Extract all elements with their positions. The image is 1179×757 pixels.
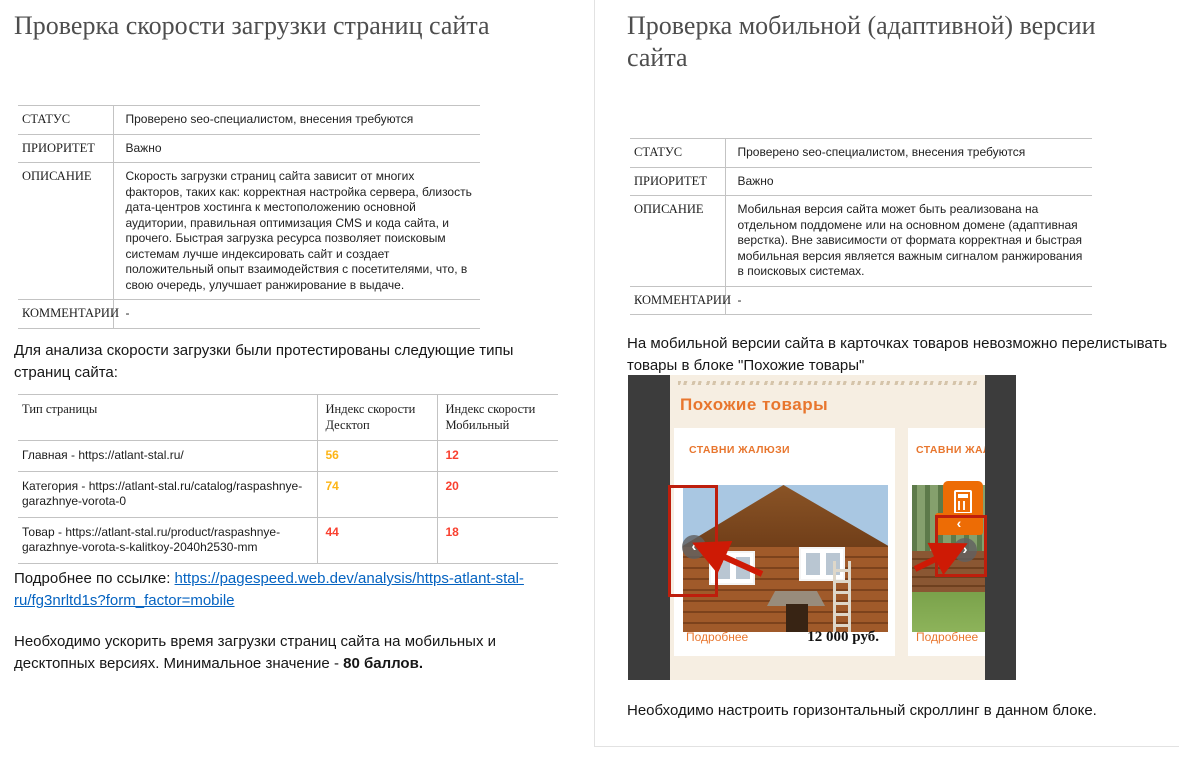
house-door	[786, 604, 808, 632]
info-table-speed: СТАТУС Проверено seo-специалистом, внесе…	[18, 105, 480, 329]
cabin-grass	[912, 592, 985, 632]
table-row-status: СТАТУС Проверено seo-специалистом, внесе…	[18, 105, 480, 135]
info-table-mobile: СТАТУС Проверено seo-специалистом, внесе…	[630, 138, 1092, 315]
row-value: Проверено seo-специалистом, внесения тре…	[725, 138, 1092, 168]
row-value: Мобильная версия сайта может быть реализ…	[725, 195, 1092, 287]
row-label: ПРИОРИТЕТ	[630, 167, 726, 196]
product-title: СТАВНИ ЖАЛ	[916, 444, 985, 456]
table-row-description: ОПИСАНИЕ Мобильная версия сайта может бы…	[630, 195, 1092, 287]
speed-row-product: Товар - https://atlant-stal.ru/product/r…	[18, 517, 558, 564]
row-value: Скорость загрузки страниц сайта зависит …	[113, 162, 480, 300]
decorative-dashed-border	[678, 381, 977, 385]
house-ladder	[833, 561, 851, 632]
page-type-cell: Товар - https://atlant-stal.ru/product/r…	[18, 517, 317, 564]
conclusion-paragraph: Необходимо настроить горизонтальный скро…	[627, 702, 1097, 719]
mobile-score: 20	[436, 471, 558, 518]
row-label: КОММЕНТАРИИ	[18, 299, 119, 329]
table-row-priority: ПРИОРИТЕТ Важно	[18, 134, 480, 163]
page-divider	[594, 0, 595, 747]
speed-table: Тип страницы Индекс скорости Десктоп Инд…	[18, 394, 558, 564]
page-type-cell: Категория - https://atlant-stal.ru/catal…	[18, 471, 317, 518]
row-label: СТАТУС	[630, 138, 726, 168]
conclusion-paragraph: Необходимо ускорить время загрузки стран…	[14, 631, 539, 675]
table-row-status: СТАТУС Проверено seo-специалистом, внесе…	[630, 138, 1092, 168]
mobile-score: 12	[436, 440, 558, 472]
col-header-desktop: Индекс скорости Десктоп	[316, 394, 437, 441]
page-type-cell: Главная - https://atlant-stal.ru/	[18, 440, 317, 472]
table-row-comments: КОММЕНТАРИИ -	[630, 286, 1092, 315]
intro-paragraph: Для анализа скорости загрузки были проте…	[14, 342, 514, 381]
similar-products-heading: Похожие товары	[680, 395, 829, 414]
calculator-glyph	[954, 490, 972, 514]
conclusion-text: Необходимо ускорить время загрузки стран…	[14, 633, 496, 672]
row-label: ОПИСАНИЕ	[630, 195, 726, 287]
page-title-mobile: Проверка мобильной (адаптивной) версии с…	[627, 11, 1096, 72]
col-header-mobile: Индекс скорости Мобильный	[436, 394, 558, 441]
row-value: Важно	[725, 167, 1092, 196]
desktop-score: 44	[316, 517, 437, 564]
row-value: -	[725, 286, 1092, 315]
section-mobile-version: Проверка мобильной (адаптивной) версии с…	[627, 0, 1172, 757]
link-paragraph: Подробнее по ссылке: https://pagespeed.w…	[14, 568, 539, 612]
annotation-rect	[935, 515, 987, 577]
speed-row-category: Категория - https://atlant-stal.ru/catal…	[18, 471, 558, 518]
desktop-score: 74	[316, 471, 437, 518]
speed-table-header: Тип страницы Индекс скорости Десктоп Инд…	[18, 394, 558, 441]
row-label: ПРИОРИТЕТ	[18, 134, 114, 163]
table-row-description: ОПИСАНИЕ Скорость загрузки страниц сайта…	[18, 162, 480, 300]
row-value: Важно	[113, 134, 480, 163]
mobile-screenshot: Похожие товары СТАВНИ ЖАЛЮЗИ Подробнее 1…	[628, 375, 1016, 680]
more-link: Подробнее	[916, 630, 979, 644]
annotation-rect	[668, 485, 718, 597]
more-link: Подробнее	[686, 630, 749, 644]
mobile-score: 18	[436, 517, 558, 564]
page-title-speed: Проверка скорости загрузки страниц сайта	[14, 11, 490, 40]
col-header-page-type: Тип страницы	[18, 394, 317, 441]
conclusion-bold: 80 баллов.	[343, 655, 423, 672]
table-row-priority: ПРИОРИТЕТ Важно	[630, 167, 1092, 196]
speed-row-home: Главная - https://atlant-stal.ru/ 56 12	[18, 440, 558, 472]
link-prefix: Подробнее по ссылке:	[14, 570, 175, 587]
product-title: СТАВНИ ЖАЛЮЗИ	[689, 444, 791, 456]
desktop-score: 56	[316, 440, 437, 472]
section-page-speed: Проверка скорости загрузки страниц сайта…	[14, 0, 574, 757]
row-label: СТАТУС	[18, 105, 114, 135]
issue-paragraph: На мобильной версии сайта в карточках то…	[627, 335, 1168, 374]
row-label: КОММЕНТАРИИ	[630, 286, 731, 315]
row-value: -	[113, 299, 480, 329]
price-label: 12 000 руб.	[807, 629, 879, 645]
table-row-comments: КОММЕНТАРИИ -	[18, 299, 480, 329]
row-label: ОПИСАНИЕ	[18, 162, 114, 300]
row-value: Проверено seo-специалистом, внесения тре…	[113, 105, 480, 135]
